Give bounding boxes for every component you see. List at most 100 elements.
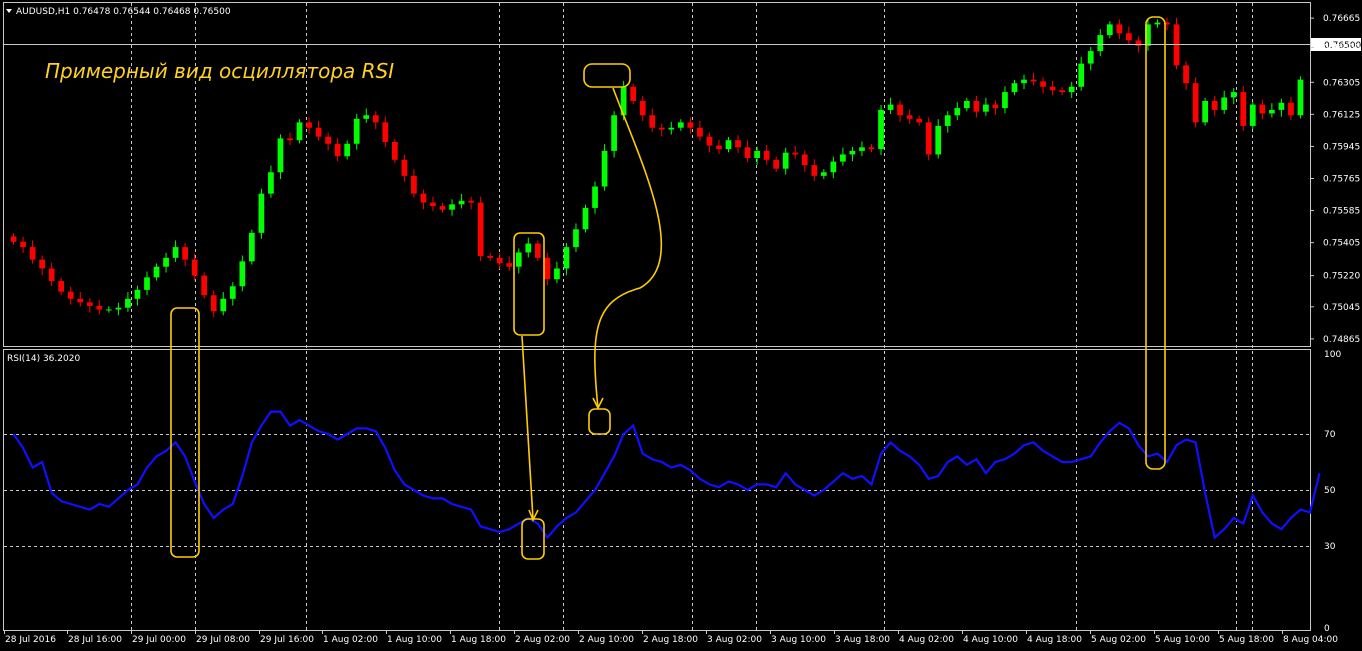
- candle[interactable]: [820, 169, 827, 180]
- candle[interactable]: [29, 240, 36, 264]
- candle[interactable]: [201, 272, 208, 299]
- candle[interactable]: [1116, 19, 1123, 40]
- candle[interactable]: [611, 111, 617, 158]
- candle[interactable]: [849, 146, 856, 162]
- candle[interactable]: [1183, 61, 1189, 90]
- candle[interactable]: [1221, 90, 1228, 115]
- candle[interactable]: [649, 108, 656, 132]
- candle[interactable]: [401, 154, 408, 182]
- candle[interactable]: [363, 108, 370, 123]
- candle[interactable]: [1068, 81, 1075, 98]
- candle[interactable]: [353, 113, 360, 150]
- candle[interactable]: [1106, 21, 1113, 39]
- candle[interactable]: [420, 189, 427, 210]
- candle[interactable]: [449, 199, 455, 216]
- candle[interactable]: [897, 100, 903, 123]
- candle[interactable]: [658, 123, 665, 137]
- candle[interactable]: [744, 140, 751, 163]
- candle[interactable]: [1240, 86, 1247, 131]
- candle[interactable]: [106, 306, 112, 313]
- candle[interactable]: [992, 100, 999, 115]
- candle[interactable]: [544, 252, 551, 286]
- candle[interactable]: [163, 252, 169, 273]
- candle[interactable]: [1173, 17, 1180, 70]
- candle[interactable]: [1021, 74, 1027, 90]
- candle[interactable]: [944, 111, 951, 133]
- candle[interactable]: [411, 169, 417, 198]
- candle[interactable]: [39, 255, 45, 276]
- candle[interactable]: [115, 302, 122, 316]
- candle[interactable]: [706, 132, 713, 153]
- symbol-dropdown-icon[interactable]: [6, 9, 12, 13]
- candle[interactable]: [1097, 29, 1104, 57]
- candle[interactable]: [763, 145, 770, 165]
- candle[interactable]: [334, 137, 341, 162]
- candle[interactable]: [1011, 79, 1018, 96]
- candle[interactable]: [840, 147, 846, 166]
- trading-chart[interactable]: 0.76500 0.76665 0.76500 0.76305 0.76125 0.75…: [0, 0, 1362, 651]
- candle[interactable]: [220, 292, 227, 316]
- candle[interactable]: [477, 196, 484, 262]
- candle[interactable]: [1230, 87, 1237, 105]
- candle[interactable]: [601, 144, 608, 191]
- candle[interactable]: [935, 119, 942, 159]
- candle[interactable]: [10, 233, 17, 245]
- candle[interactable]: [210, 290, 217, 318]
- rsi-series[interactable]: [12, 410, 1321, 540]
- candle[interactable]: [1288, 96, 1294, 121]
- candle[interactable]: [296, 119, 303, 144]
- candle[interactable]: [96, 300, 103, 315]
- candle[interactable]: [1297, 76, 1304, 119]
- candle[interactable]: [735, 135, 741, 154]
- candle[interactable]: [973, 96, 980, 118]
- candle[interactable]: [811, 159, 818, 181]
- candle[interactable]: [830, 156, 837, 179]
- candle[interactable]: [582, 204, 589, 233]
- candle[interactable]: [1278, 98, 1285, 117]
- candle[interactable]: [716, 139, 722, 155]
- candle[interactable]: [725, 136, 732, 153]
- candle[interactable]: [306, 117, 312, 134]
- candle[interactable]: [48, 262, 55, 286]
- candle[interactable]: [639, 96, 646, 122]
- candle[interactable]: [125, 292, 131, 312]
- candle[interactable]: [916, 115, 923, 126]
- candle[interactable]: [515, 248, 522, 274]
- candle[interactable]: [773, 156, 780, 172]
- candle[interactable]: [868, 144, 875, 153]
- candle[interactable]: [325, 132, 331, 151]
- candle[interactable]: [677, 119, 684, 131]
- candle[interactable]: [1269, 103, 1275, 118]
- candle[interactable]: [191, 253, 198, 281]
- candle[interactable]: [1040, 77, 1046, 94]
- candle[interactable]: [344, 140, 351, 160]
- candle[interactable]: [630, 83, 637, 105]
- candle[interactable]: [182, 243, 188, 267]
- candle[interactable]: [391, 138, 398, 164]
- candle[interactable]: [1259, 99, 1266, 120]
- candle[interactable]: [792, 145, 799, 159]
- candle[interactable]: [859, 141, 865, 156]
- candle[interactable]: [573, 223, 579, 253]
- candle[interactable]: [1030, 72, 1037, 86]
- candle[interactable]: [134, 285, 141, 306]
- candle[interactable]: [468, 196, 474, 210]
- candle[interactable]: [248, 229, 255, 265]
- candle[interactable]: [1059, 87, 1066, 96]
- candle[interactable]: [86, 298, 93, 313]
- candle[interactable]: [668, 121, 675, 135]
- candle[interactable]: [153, 263, 160, 281]
- candle[interactable]: [878, 104, 884, 155]
- candle[interactable]: [229, 282, 236, 306]
- candle[interactable]: [268, 165, 274, 198]
- candle[interactable]: [430, 196, 436, 212]
- candle[interactable]: [954, 102, 961, 121]
- candle[interactable]: [506, 256, 513, 271]
- candle[interactable]: [534, 240, 541, 262]
- candle[interactable]: [1249, 101, 1256, 130]
- candle[interactable]: [983, 97, 989, 116]
- candle[interactable]: [1211, 96, 1218, 116]
- candle[interactable]: [525, 237, 532, 258]
- candle[interactable]: [782, 147, 789, 175]
- candle[interactable]: [963, 97, 970, 112]
